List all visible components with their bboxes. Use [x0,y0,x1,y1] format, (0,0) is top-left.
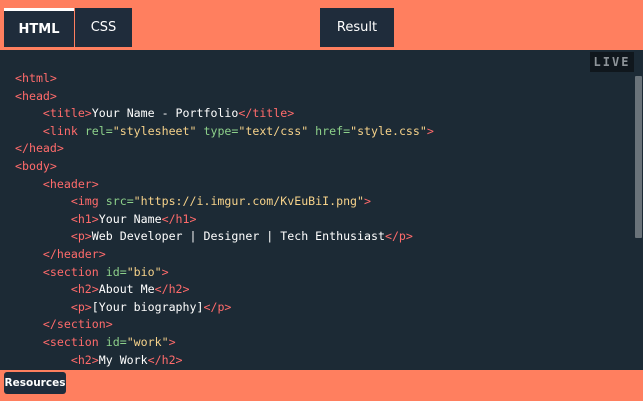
code-tag: > [161,264,169,279]
code-tag: <h1> [70,211,99,226]
code-tag: > [364,194,371,209]
code-attribute: id= [105,264,127,279]
top-toolbar: HTML CSS Result [0,0,643,50]
code-tag: <header> [42,176,99,191]
code-content[interactable]: <html> <head> <title>Your Name - Portfoli… [15,70,434,369]
code-tag: <head> [15,88,57,103]
live-badge: LIVE [590,52,634,72]
code-tag: </head> [15,141,64,156]
code-string: "text/css" [238,123,309,138]
editor-scrollbar[interactable] [634,72,643,370]
code-tag: </section> [42,317,113,332]
code-string: "https://i.imgur.com/KvEuBiI.png" [133,194,365,209]
code-attribute: type= [196,123,239,138]
code-string: "stylesheet" [112,123,197,138]
code-line: <section id="work"> [15,334,434,352]
scrollbar-thumb[interactable] [635,76,642,238]
code-tag: </h2> [147,352,183,367]
code-line: <h2>About Me</h2> [15,281,434,299]
tab-html[interactable]: HTML [4,8,74,47]
code-line: </head> [15,140,434,158]
code-tag: <title> [42,106,92,121]
code-text: Your Name [98,211,162,226]
code-text: Web Developer | Designer | Tech Enthusia… [91,229,385,244]
bottom-bar [0,370,643,401]
code-string: "bio" [126,264,162,279]
code-line: <body> [15,158,434,176]
code-line: <link rel="stylesheet" type="text/css" h… [15,123,434,141]
tab-result[interactable]: Result [320,8,394,47]
code-string: "style.css" [350,123,427,138]
code-line: <h1>Your Name</h1> [15,211,434,229]
code-attribute: rel= [84,123,113,138]
code-line: <title>Your Name - Portfolio</title> [15,105,434,123]
code-text: [Your biography] [91,299,204,314]
code-tag: </p> [384,229,413,244]
code-line: <section id="bio"> [15,264,434,282]
code-tag: <h2> [70,352,99,367]
code-tag: </header> [42,246,106,261]
code-tag: </h1> [161,211,197,226]
code-attribute: id= [105,334,127,349]
code-line: <header> [15,176,434,194]
code-line: <html> [15,70,434,88]
code-tag: <p> [70,229,92,244]
tab-css[interactable]: CSS [75,8,132,47]
code-text: About Me [98,282,155,297]
code-line: <h2>My Work</h2> [15,352,434,370]
code-editor[interactable]: <html> <head> <title>Your Name - Portfoli… [0,50,643,370]
code-text: Your Name - Portfolio [91,106,239,121]
code-tag: <p> [70,299,92,314]
code-tag: <section [42,264,106,279]
code-line: <p>Web Developer | Designer | Tech Enthu… [15,228,434,246]
code-line: </section> [15,316,434,334]
code-text: My Work [98,352,148,367]
code-tag: <body> [15,158,57,173]
code-attribute: src= [105,194,134,209]
code-tag: <html> [15,71,57,85]
code-line: <head> [15,88,434,106]
code-line: <img src="https://i.imgur.com/KvEuBiI.pn… [15,193,434,211]
code-tag: </h2> [154,282,190,297]
code-tag: </title> [238,106,295,121]
resources-button[interactable]: Resources [4,372,66,394]
code-attribute: href= [308,123,351,138]
code-tag: > [168,334,176,349]
code-tag: <img [70,194,106,209]
code-tag: <section [42,334,106,349]
code-tag: <h2> [70,282,99,297]
code-line: </header> [15,246,434,264]
code-tag: <link [42,123,85,138]
code-tag: </p> [203,299,232,314]
code-string: "work" [126,334,169,349]
code-line: <p>[Your biography]</p> [15,299,434,317]
code-tag: > [426,123,434,138]
